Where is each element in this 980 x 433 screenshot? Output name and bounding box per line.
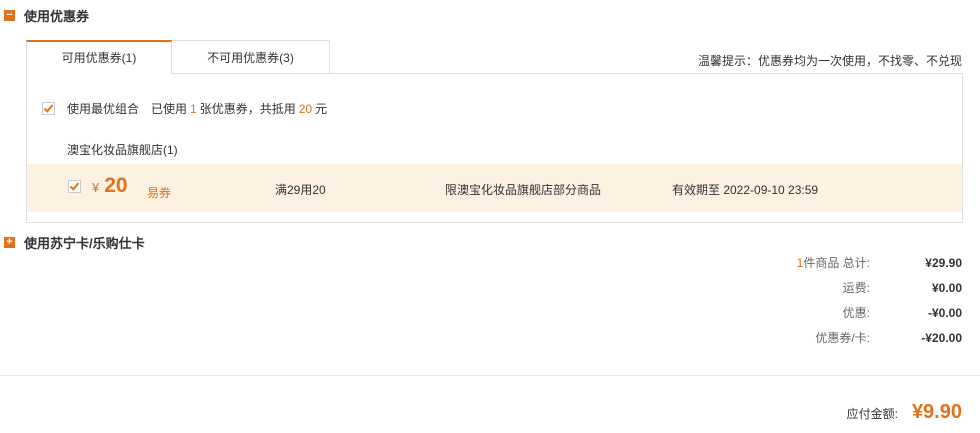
coupon-value: 20 — [104, 174, 128, 197]
tab-unavailable-coupons[interactable]: 不可用优惠券(3) — [172, 40, 330, 74]
discount-value: -¥0.00 — [927, 305, 962, 320]
store-name: 澳宝化妆品旗舰店(1) — [67, 143, 178, 157]
payable-value: ¥9.90 — [911, 401, 962, 423]
tab-available-coupons[interactable]: 可用优惠券(1) — [26, 40, 172, 74]
best-combo-prefix: 已使用 — [151, 102, 188, 116]
best-combo-checkbox[interactable] — [42, 102, 55, 115]
coupon-currency: ¥ — [92, 180, 100, 195]
coupon-section-title: 使用优惠券 — [24, 9, 90, 24]
items-total: ¥29.90 — [925, 255, 962, 270]
expand-icon[interactable]: + — [4, 237, 15, 248]
coupon-card-value: -¥20.00 — [921, 330, 962, 345]
summary-discount-row: 优惠: -¥0.00 — [722, 300, 962, 325]
collapse-icon[interactable]: − — [4, 10, 15, 21]
best-combo-suffix: 元 — [315, 102, 328, 116]
coupon-tip: 温馨提示：优惠券均为一次使用，不找零、不兑现 — [697, 54, 962, 68]
payable-total: 应付金额: ¥9.90 — [847, 401, 962, 424]
coupon-panel: 使用最优组合 已使用 1 张优惠券，共抵用 20 元 澳宝化妆品旗舰店(1) ¥… — [26, 73, 963, 223]
coupon-row[interactable]: ¥ 20 易券 满29用20 限澳宝化妆品旗舰店部分商品 有效期至 2022-0… — [27, 164, 962, 212]
best-combo-label: 使用最优组合 — [67, 102, 140, 116]
card-section-title: 使用苏宁卡/乐购仕卡 — [24, 236, 145, 251]
best-combo-amount: 20 — [298, 101, 313, 116]
card-section-header[interactable]: + 使用苏宁卡/乐购仕卡 — [4, 233, 145, 252]
coupon-scope: 限澳宝化妆品旗舰店部分商品 — [445, 183, 602, 197]
shipping-value: ¥0.00 — [931, 280, 962, 295]
discount-label: 优惠: — [842, 306, 870, 320]
checkmark-icon — [69, 182, 80, 191]
coupon-card-label: 优惠券/卡: — [815, 331, 870, 345]
best-combo-count: 1 — [190, 101, 197, 116]
coupon-type: 易券 — [147, 186, 172, 200]
checkmark-icon — [43, 104, 54, 113]
best-combo-mid: 张优惠券，共抵用 — [199, 102, 296, 116]
summary-items-row: 1件商品 总计: ¥29.90 — [722, 250, 962, 275]
summary-shipping-row: 运费: ¥0.00 — [722, 275, 962, 300]
best-combo-row: 使用最优组合 已使用 1 张优惠券，共抵用 20 元 — [42, 100, 327, 117]
coupon-section-header[interactable]: − 使用优惠券 — [4, 6, 89, 25]
coupon-checkbox[interactable] — [68, 180, 81, 193]
coupon-expire: 有效期至 2022-09-10 23:59 — [672, 183, 819, 197]
coupon-amount: ¥ 20 — [92, 174, 128, 198]
summary-coupon-row: 优惠券/卡: -¥20.00 — [722, 325, 962, 350]
shipping-label: 运费: — [842, 281, 870, 295]
order-summary: 1件商品 总计: ¥29.90 运费: ¥0.00 优惠: -¥0.00 优惠券… — [722, 250, 962, 350]
divider — [0, 375, 980, 376]
coupon-tabs: 可用优惠券(1) 不可用优惠券(3) — [26, 40, 330, 74]
items-label: 件商品 总计: — [803, 256, 870, 270]
coupon-condition: 满29用20 — [275, 183, 326, 197]
payable-label: 应付金额: — [846, 407, 898, 421]
